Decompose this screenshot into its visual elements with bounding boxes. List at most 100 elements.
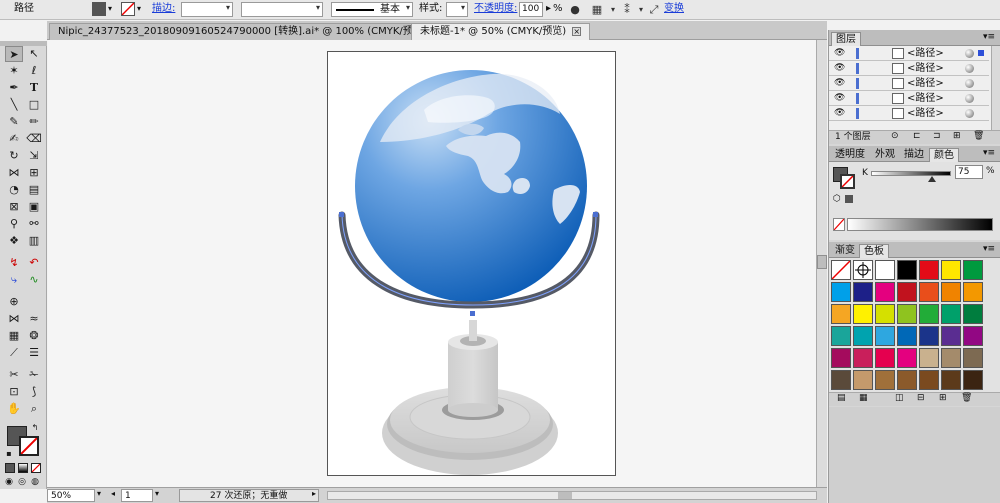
target-icon[interactable] xyxy=(965,49,974,58)
artboard[interactable] xyxy=(327,51,616,476)
anchor-point-bottom[interactable] xyxy=(470,311,475,316)
shape-builder-tool-icon[interactable]: ◔ xyxy=(5,182,23,198)
swatch-none[interactable] xyxy=(831,260,851,280)
opacity-input[interactable]: 100 xyxy=(519,2,543,17)
new-color-group-icon[interactable]: ⊟ xyxy=(917,393,925,403)
free-transform-tool-icon[interactable]: ⊞ xyxy=(25,165,43,181)
new-sublayer-icon[interactable]: ⊐ xyxy=(933,131,941,141)
out-of-gamut-icon[interactable]: ⬡ xyxy=(833,194,841,204)
eye-icon[interactable]: 👁 xyxy=(834,94,845,103)
delete-layer-icon[interactable]: 🗑 xyxy=(973,131,984,141)
expand-icon[interactable]: ⤢ xyxy=(647,3,661,17)
eye-icon[interactable]: 👁 xyxy=(834,64,845,73)
wave-tool-icon[interactable]: ∿ xyxy=(25,272,43,288)
draw-normal-icon[interactable]: ◉ xyxy=(3,477,15,487)
paintbrush-tool-icon[interactable]: ✎ xyxy=(5,114,23,130)
swatch[interactable] xyxy=(963,370,983,390)
gradient-tool-icon[interactable]: ▣ xyxy=(25,199,43,215)
warp-tool-icon[interactable]: ≈ xyxy=(25,311,43,327)
pen-tool-icon[interactable]: ✒ xyxy=(5,80,23,96)
live-paint-tool-icon[interactable]: ✂ xyxy=(5,367,23,383)
eyedropper-tool-icon[interactable]: ⚲ xyxy=(5,216,23,232)
scale-tool-icon[interactable]: ⇲ xyxy=(25,148,43,164)
magic-wand-tool-icon[interactable]: ✶ xyxy=(5,63,23,79)
swatch[interactable] xyxy=(875,282,895,302)
swap-fill-stroke-icon[interactable]: ↰ xyxy=(29,423,41,433)
curve-tool-icon[interactable]: ↯ xyxy=(5,255,23,271)
swatch[interactable] xyxy=(919,370,939,390)
layer-row[interactable]: 👁 <路径> xyxy=(829,91,989,106)
stroke-dropdown-arrow[interactable]: ▾ xyxy=(137,2,141,18)
swatch[interactable] xyxy=(941,260,961,280)
list-tool-icon[interactable]: ☰ xyxy=(25,345,43,361)
knife-tool-icon[interactable]: ✁ xyxy=(25,367,43,383)
opacity-dropdown-arrow[interactable]: ▸ xyxy=(546,2,551,18)
convert-anchor-tool-icon[interactable]: ⤷ xyxy=(5,272,23,288)
isolate-dropdown-arrow[interactable]: ▾ xyxy=(634,3,648,17)
swatch-libraries-icon[interactable]: ▤ xyxy=(837,393,846,403)
fill-color-swatch[interactable] xyxy=(92,2,106,16)
status-menu-arrow[interactable]: ▸ xyxy=(312,489,316,498)
layer-row[interactable]: 👁 <路径> xyxy=(829,46,989,61)
fill-dropdown-arrow[interactable]: ▾ xyxy=(108,2,112,18)
color-spectrum-bar[interactable] xyxy=(847,218,993,231)
layers-scrollbar[interactable] xyxy=(991,46,1000,130)
tab-document-1[interactable]: Nipic_24377523_20180909160524790000 [转换]… xyxy=(49,23,451,40)
locate-object-icon[interactable]: ⊙ xyxy=(891,131,899,141)
swatch[interactable] xyxy=(875,260,895,280)
panel-menu-icon[interactable]: ▾≡ xyxy=(983,148,995,158)
show-swatch-kinds-icon[interactable]: ▦ xyxy=(859,393,868,403)
chart-tool-icon[interactable]: ⟋ xyxy=(5,345,23,361)
gradient-mode-icon[interactable] xyxy=(18,463,28,473)
tab-appearance[interactable]: 外观 xyxy=(871,148,899,162)
swatch[interactable] xyxy=(831,370,851,390)
artboard-tool-icon[interactable]: ⊡ xyxy=(5,384,23,400)
new-layer-icon[interactable]: ⊞ xyxy=(953,131,961,141)
swatch[interactable] xyxy=(831,326,851,346)
none-color-button[interactable] xyxy=(833,218,845,231)
new-swatch-icon[interactable]: ⊞ xyxy=(939,393,947,403)
globe[interactable] xyxy=(355,70,587,302)
make-clipping-mask-icon[interactable]: ⊏ xyxy=(913,131,921,141)
target-icon[interactable] xyxy=(965,109,974,118)
blend-tool-icon[interactable]: ⚯ xyxy=(25,216,43,232)
canvas[interactable] xyxy=(48,40,816,487)
swatch-options-icon[interactable]: ◫ xyxy=(895,393,904,403)
swatch[interactable] xyxy=(963,282,983,302)
first-artboard-arrow[interactable]: ◂ xyxy=(111,489,115,498)
swatch[interactable] xyxy=(853,304,873,324)
grid-tool-icon[interactable]: ▦ xyxy=(5,328,23,344)
eye-icon[interactable]: 👁 xyxy=(834,109,845,118)
selection-tool-icon[interactable]: ➤ xyxy=(5,46,23,62)
swatch[interactable] xyxy=(897,326,917,346)
swatch[interactable] xyxy=(875,304,895,324)
artboard-dropdown-arrow[interactable]: ▾ xyxy=(155,489,159,498)
isolate-icon[interactable]: ⁑ xyxy=(620,3,634,17)
k-value-input[interactable]: 75 xyxy=(955,165,983,179)
swatch[interactable] xyxy=(963,304,983,324)
tab-gradient[interactable]: 渐变 xyxy=(831,244,859,258)
swatch[interactable] xyxy=(897,260,917,280)
swatch[interactable] xyxy=(941,326,961,346)
opacity-link[interactable]: 不透明度: xyxy=(474,2,517,18)
align-to-icon[interactable]: ▦ xyxy=(590,3,604,17)
vertical-scrollbar[interactable] xyxy=(816,40,827,487)
align-dropdown-arrow[interactable]: ▾ xyxy=(606,3,620,17)
width-tool-icon[interactable]: ⋈ xyxy=(5,165,23,181)
color-stroke-swatch[interactable] xyxy=(840,174,855,189)
scroll-thumb[interactable] xyxy=(558,492,572,499)
arc-tool-icon[interactable]: ↶ xyxy=(25,255,43,271)
horizontal-scrollbar[interactable] xyxy=(327,491,817,500)
perspective-grid-tool-icon[interactable]: ▤ xyxy=(25,182,43,198)
swatch[interactable] xyxy=(853,348,873,368)
layer-row[interactable]: 👁 <路径> xyxy=(829,106,989,121)
eraser-tool-icon[interactable]: ⌫ xyxy=(25,131,43,147)
default-fill-stroke-icon[interactable]: ▪ xyxy=(3,449,15,459)
panel-menu-icon[interactable]: ▾≡ xyxy=(983,244,995,254)
transform-link[interactable]: 变换 xyxy=(664,2,684,18)
swatch[interactable] xyxy=(875,370,895,390)
swatch[interactable] xyxy=(919,304,939,324)
tab-transparency[interactable]: 透明度 xyxy=(831,148,869,162)
delete-swatch-icon[interactable]: 🗑 xyxy=(961,393,972,403)
swatch[interactable] xyxy=(941,348,961,368)
